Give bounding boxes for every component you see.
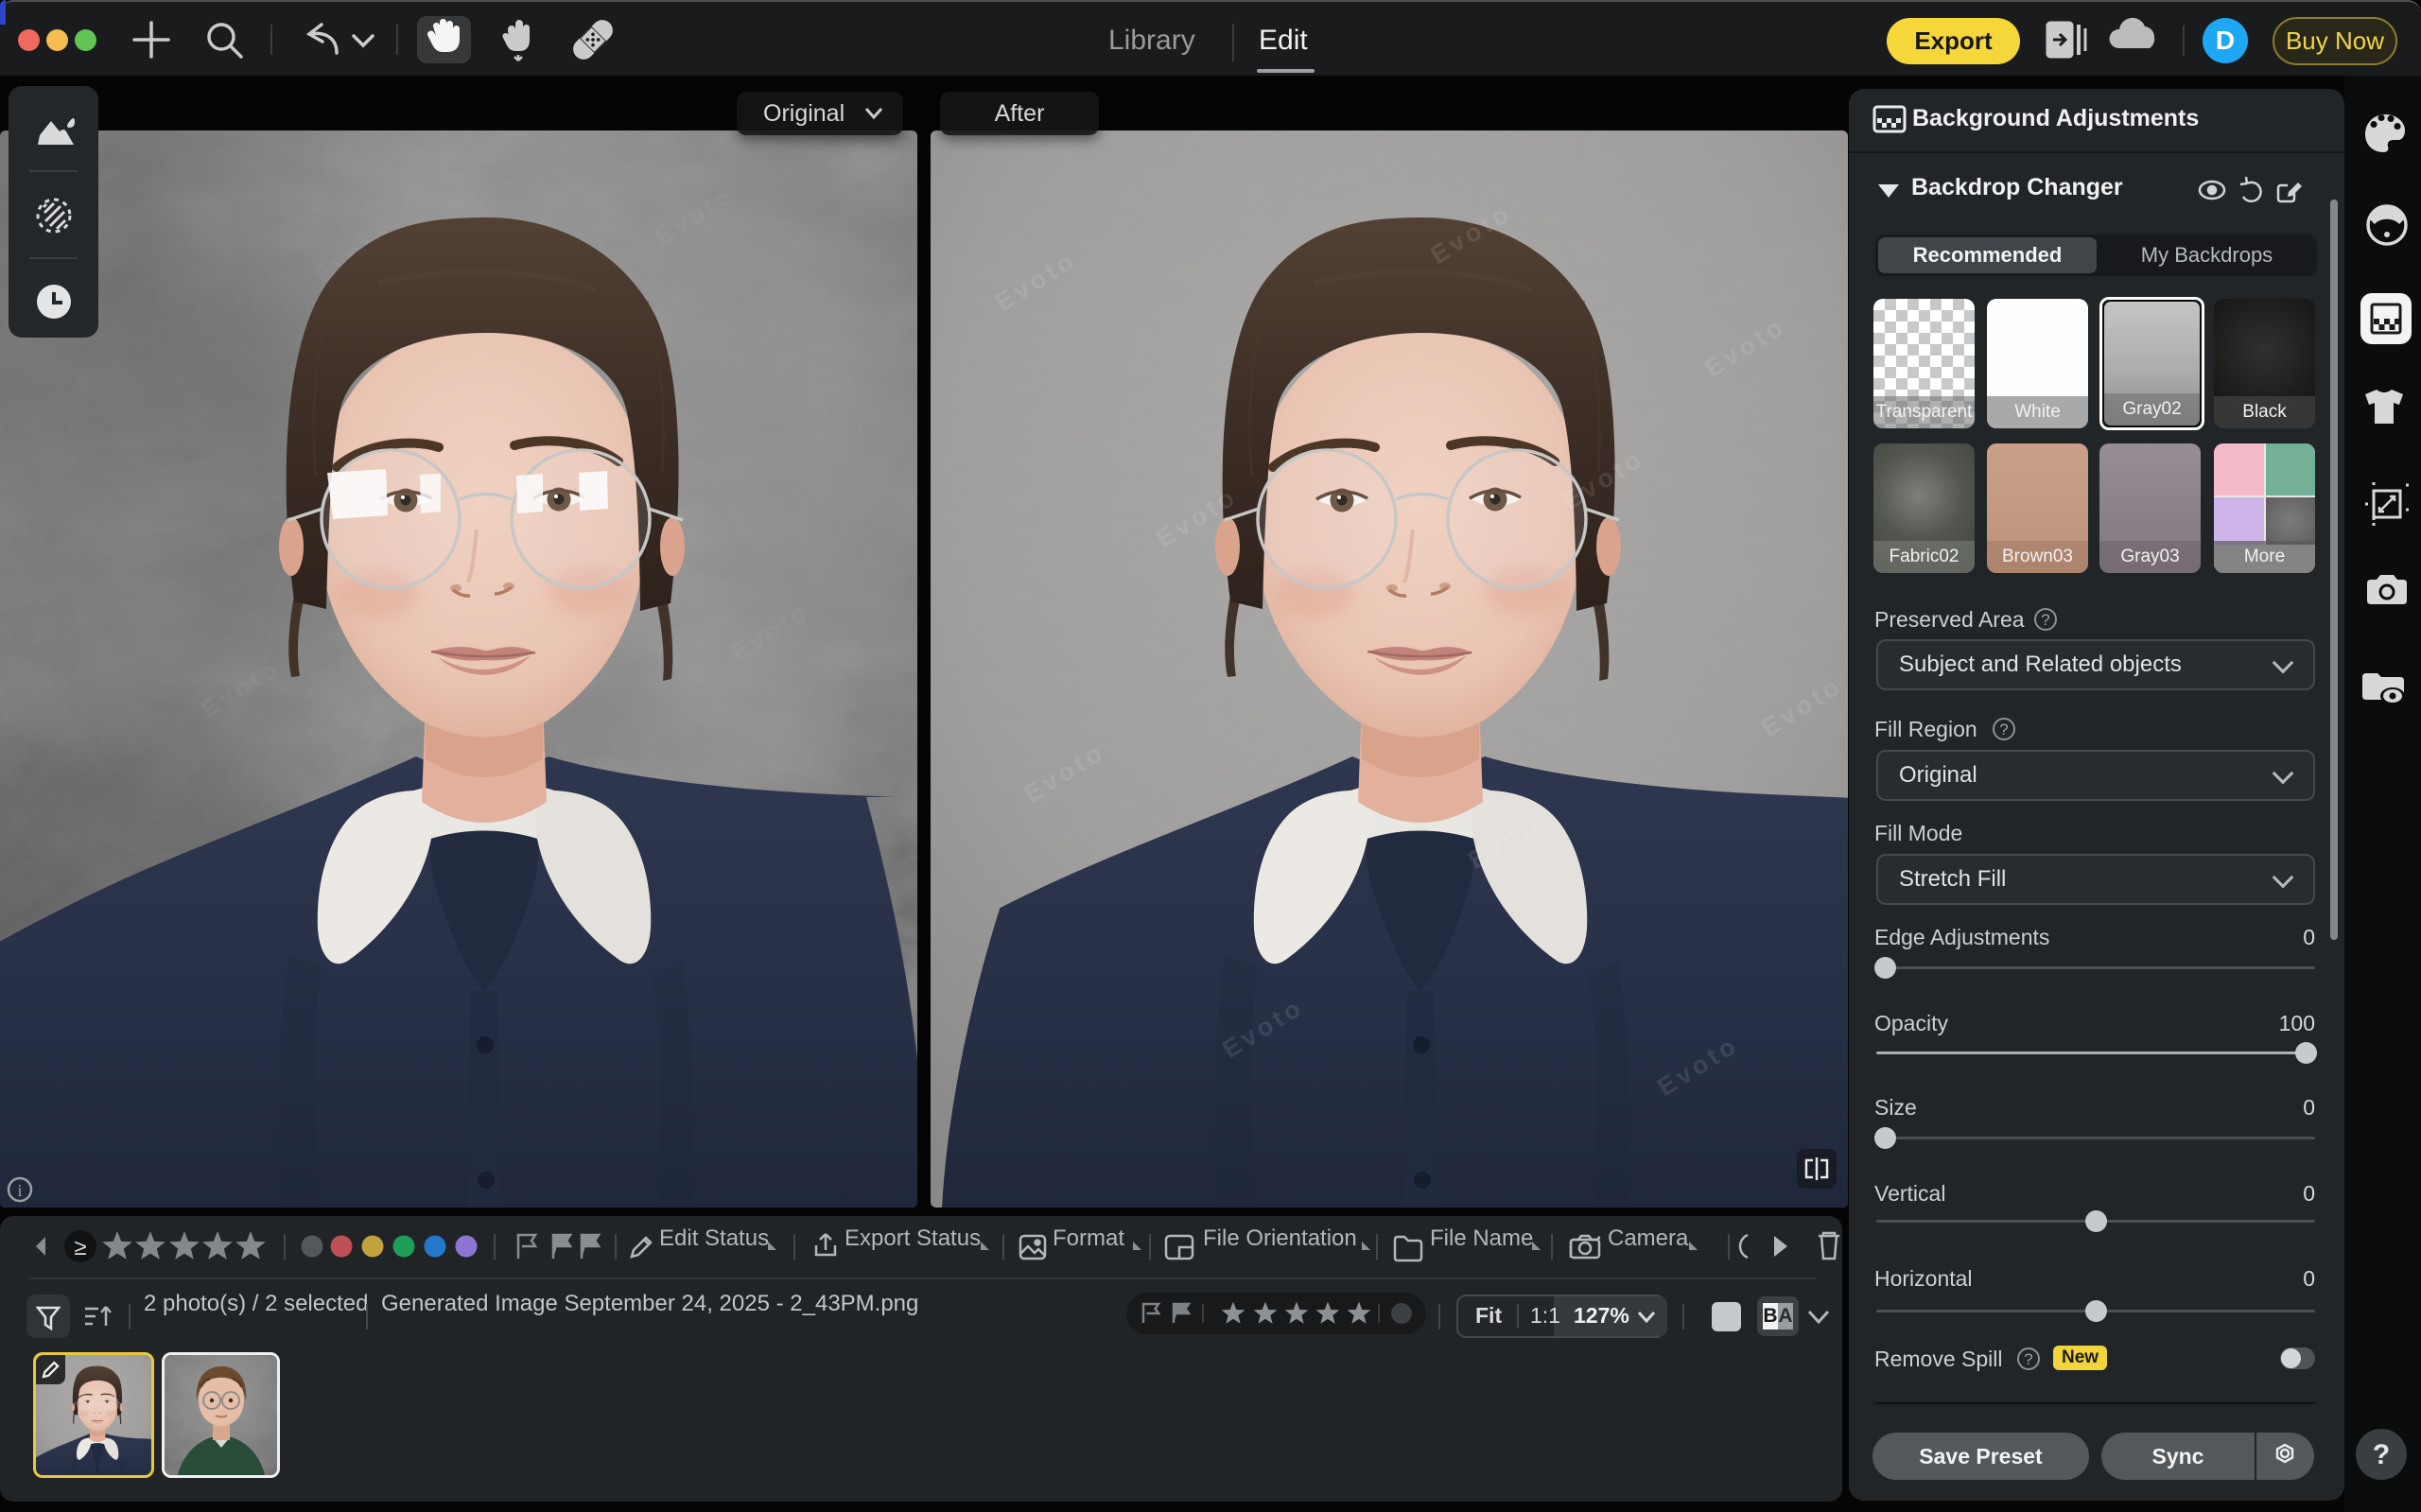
svg-text:?: ? — [2373, 1439, 2390, 1470]
svg-text:i: i — [17, 1181, 22, 1200]
svg-text:≥: ≥ — [74, 1235, 86, 1260]
